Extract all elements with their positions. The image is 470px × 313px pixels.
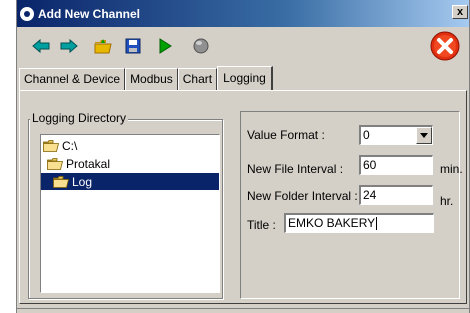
arrow-right-icon xyxy=(60,39,78,53)
forward-button[interactable] xyxy=(59,36,79,56)
tree-item-c-drive[interactable]: C:\ xyxy=(43,137,77,154)
stop-icon xyxy=(193,38,209,54)
title-input[interactable]: EMKO BAKERY xyxy=(284,213,434,233)
open-folder-icon xyxy=(94,39,112,54)
tree-item-log[interactable]: Log xyxy=(41,173,219,190)
stop-button[interactable] xyxy=(191,36,211,56)
text-caret xyxy=(376,217,378,231)
back-button[interactable] xyxy=(31,36,51,56)
directory-tree[interactable]: C:\ Protakal Log xyxy=(40,134,220,293)
value-format-label: Value Format : xyxy=(247,128,325,142)
arrow-left-icon xyxy=(32,39,50,53)
run-button[interactable] xyxy=(155,36,175,56)
toolbar xyxy=(17,27,469,65)
title-value: EMKO BAKERY xyxy=(288,216,376,230)
tree-item-label: Protakal xyxy=(66,156,111,171)
value-format-select[interactable]: 0 xyxy=(359,125,433,145)
open-button[interactable] xyxy=(93,36,113,56)
new-file-interval-unit: min. xyxy=(440,162,463,176)
window-bottom-edge xyxy=(17,308,469,313)
value-format-value: 0 xyxy=(363,128,370,142)
play-icon xyxy=(159,38,172,54)
logging-panel: Logging Directory C:\ Protakal Log Value… xyxy=(19,90,467,304)
save-icon xyxy=(125,38,141,54)
open-folder-icon xyxy=(43,139,59,152)
close-circle-icon xyxy=(430,31,460,61)
tree-item-label: Log xyxy=(72,174,93,189)
window-title: Add New Channel xyxy=(38,6,141,21)
logging-directory-label: Logging Directory xyxy=(30,111,129,125)
tree-item-label: C:\ xyxy=(62,138,78,153)
save-button[interactable] xyxy=(123,36,143,56)
tab-logging[interactable]: Logging xyxy=(217,66,273,90)
add-new-channel-window: Add New Channel x Channel & Device Modbu… xyxy=(16,0,470,313)
open-folder-icon xyxy=(53,175,69,188)
title-label: Title : xyxy=(247,218,276,232)
close-dialog-button[interactable] xyxy=(430,31,460,61)
new-folder-interval-unit: hr. xyxy=(440,194,454,208)
tab-strip: Channel & Device Modbus Chart Logging xyxy=(19,66,273,90)
tree-item-protakal[interactable]: Protakal xyxy=(47,155,110,172)
chevron-down-icon xyxy=(420,133,428,138)
new-folder-interval-label: New Folder Interval : xyxy=(247,189,358,203)
logging-settings-group: Value Format : 0 New File Interval : 60 … xyxy=(240,111,463,299)
title-close-button[interactable]: x xyxy=(452,5,468,19)
dropdown-button[interactable] xyxy=(416,127,432,144)
new-file-interval-input[interactable]: 60 xyxy=(359,155,433,175)
app-icon xyxy=(20,6,34,21)
tab-modbus[interactable]: Modbus xyxy=(125,68,178,90)
title-bar[interactable]: Add New Channel x xyxy=(17,0,469,27)
tab-chart[interactable]: Chart xyxy=(177,68,218,90)
new-folder-interval-input[interactable]: 24 xyxy=(359,185,433,205)
new-file-interval-label: New File Interval : xyxy=(247,162,344,176)
tab-channel-device[interactable]: Channel & Device xyxy=(19,68,126,90)
open-folder-icon xyxy=(47,157,63,170)
